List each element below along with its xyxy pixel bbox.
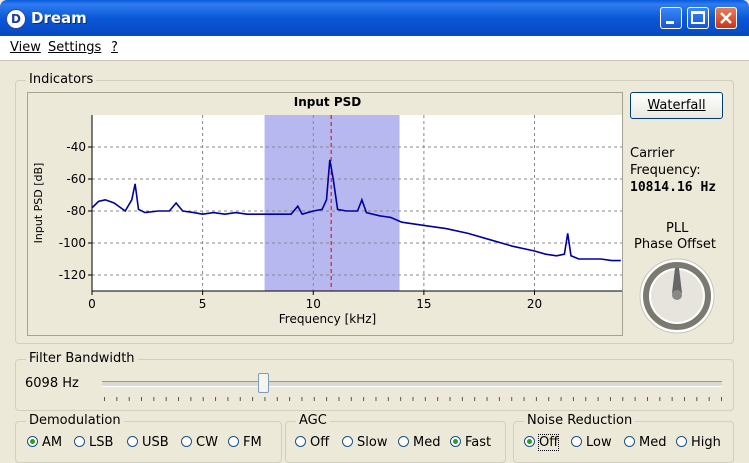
radio-nr-high[interactable]: High [676,435,721,450]
radio-agc-off[interactable]: Off [295,435,329,450]
radio-agc-fast-dot[interactable] [450,436,461,447]
demodulation-label: Demodulation [26,413,124,428]
radio-lsb-dot[interactable] [74,436,85,447]
x-tick-label: 10 [306,297,321,311]
minimize-icon [666,21,674,24]
radio-lsb[interactable]: LSB [74,435,113,450]
pll-phase-dial [639,258,715,334]
radio-cw[interactable]: CW [181,435,218,450]
menu-bar: View Settings ? [0,36,749,61]
radio-nr-low[interactable]: Low [571,435,612,450]
slider-ticks [104,397,722,401]
menu-settings[interactable]: Settings [48,40,101,55]
input-psd-chart: 0 5 10 15 20 -40 -60 -80 -100 -120 Input PSD Freque… [32,95,623,326]
radio-am[interactable]: AM [27,435,62,450]
radio-fm[interactable]: FM [228,435,262,450]
menu-help[interactable]: ? [111,40,118,55]
radio-agc-med-dot[interactable] [398,436,409,447]
radio-nr-high-dot[interactable] [676,436,687,447]
y-tick-label: -80 [66,204,86,218]
waterfall-button[interactable]: Waterfall [630,92,723,119]
radio-fm-dot[interactable] [228,436,239,447]
chart-title: Input PSD [294,95,361,109]
radio-nr-med-dot[interactable] [624,436,635,447]
pll-label-2: Phase Offset [634,237,717,252]
maximize-button[interactable] [687,7,709,29]
radio-nr-off-dot[interactable] [524,436,535,447]
y-tick-label: -120 [59,268,86,282]
radio-usb-dot[interactable] [127,436,138,447]
x-tick-label: 0 [88,297,96,311]
x-axis-label: Frequency [kHz] [279,312,376,326]
radio-nr-low-dot[interactable] [571,436,582,447]
radio-agc-off-dot[interactable] [295,436,306,447]
window-title: Dream [31,9,87,27]
filter-bandwidth-slider-thumb[interactable] [258,373,270,393]
radio-agc-med[interactable]: Med [398,435,440,450]
radio-agc-slow[interactable]: Slow [342,435,387,450]
y-axis-label: Input PSD [dB] [32,163,45,244]
radio-cw-dot[interactable] [181,436,192,447]
app-icon[interactable]: D [6,9,26,29]
x-tick-label: 5 [199,297,207,311]
indicators-label: Indicators [26,72,97,87]
x-tick-label: 15 [416,297,431,311]
y-tick-label: -40 [66,140,86,154]
signal-band [264,115,400,291]
psd-plot-frame: 0 5 10 15 20 -40 -60 -80 -100 -120 Input PSD Freque… [27,92,623,336]
maximize-icon [691,11,705,24]
filter-bandwidth-value: 6098 Hz [25,376,79,391]
radio-usb[interactable]: USB [127,435,169,450]
agc-label: AGC [296,413,330,428]
noise-reduction-label: Noise Reduction [524,413,636,428]
minimize-button[interactable] [660,7,682,29]
radio-agc-slow-dot[interactable] [342,436,353,447]
radio-nr-off[interactable]: Off [524,434,560,451]
menu-view[interactable]: View [10,40,41,55]
pll-label: PLL [666,221,689,236]
filter-bandwidth-label: Filter Bandwidth [26,351,138,366]
carrier-frequency-value: 10814.16 Hz [630,180,717,195]
filter-bandwidth-slider-track[interactable] [102,381,722,387]
radio-am-dot[interactable] [27,436,38,447]
radio-agc-fast[interactable]: Fast [450,435,491,450]
carrier-label-2: Frequency: [630,163,701,178]
close-button[interactable] [715,7,737,29]
title-bar[interactable]: D Dream [0,0,749,36]
y-tick-label: -60 [66,172,86,186]
carrier-label: Carrier [630,146,675,161]
x-tick-label: 20 [527,297,542,311]
y-tick-label: -100 [59,236,86,250]
radio-nr-med[interactable]: Med [624,435,666,450]
close-icon [720,12,732,24]
